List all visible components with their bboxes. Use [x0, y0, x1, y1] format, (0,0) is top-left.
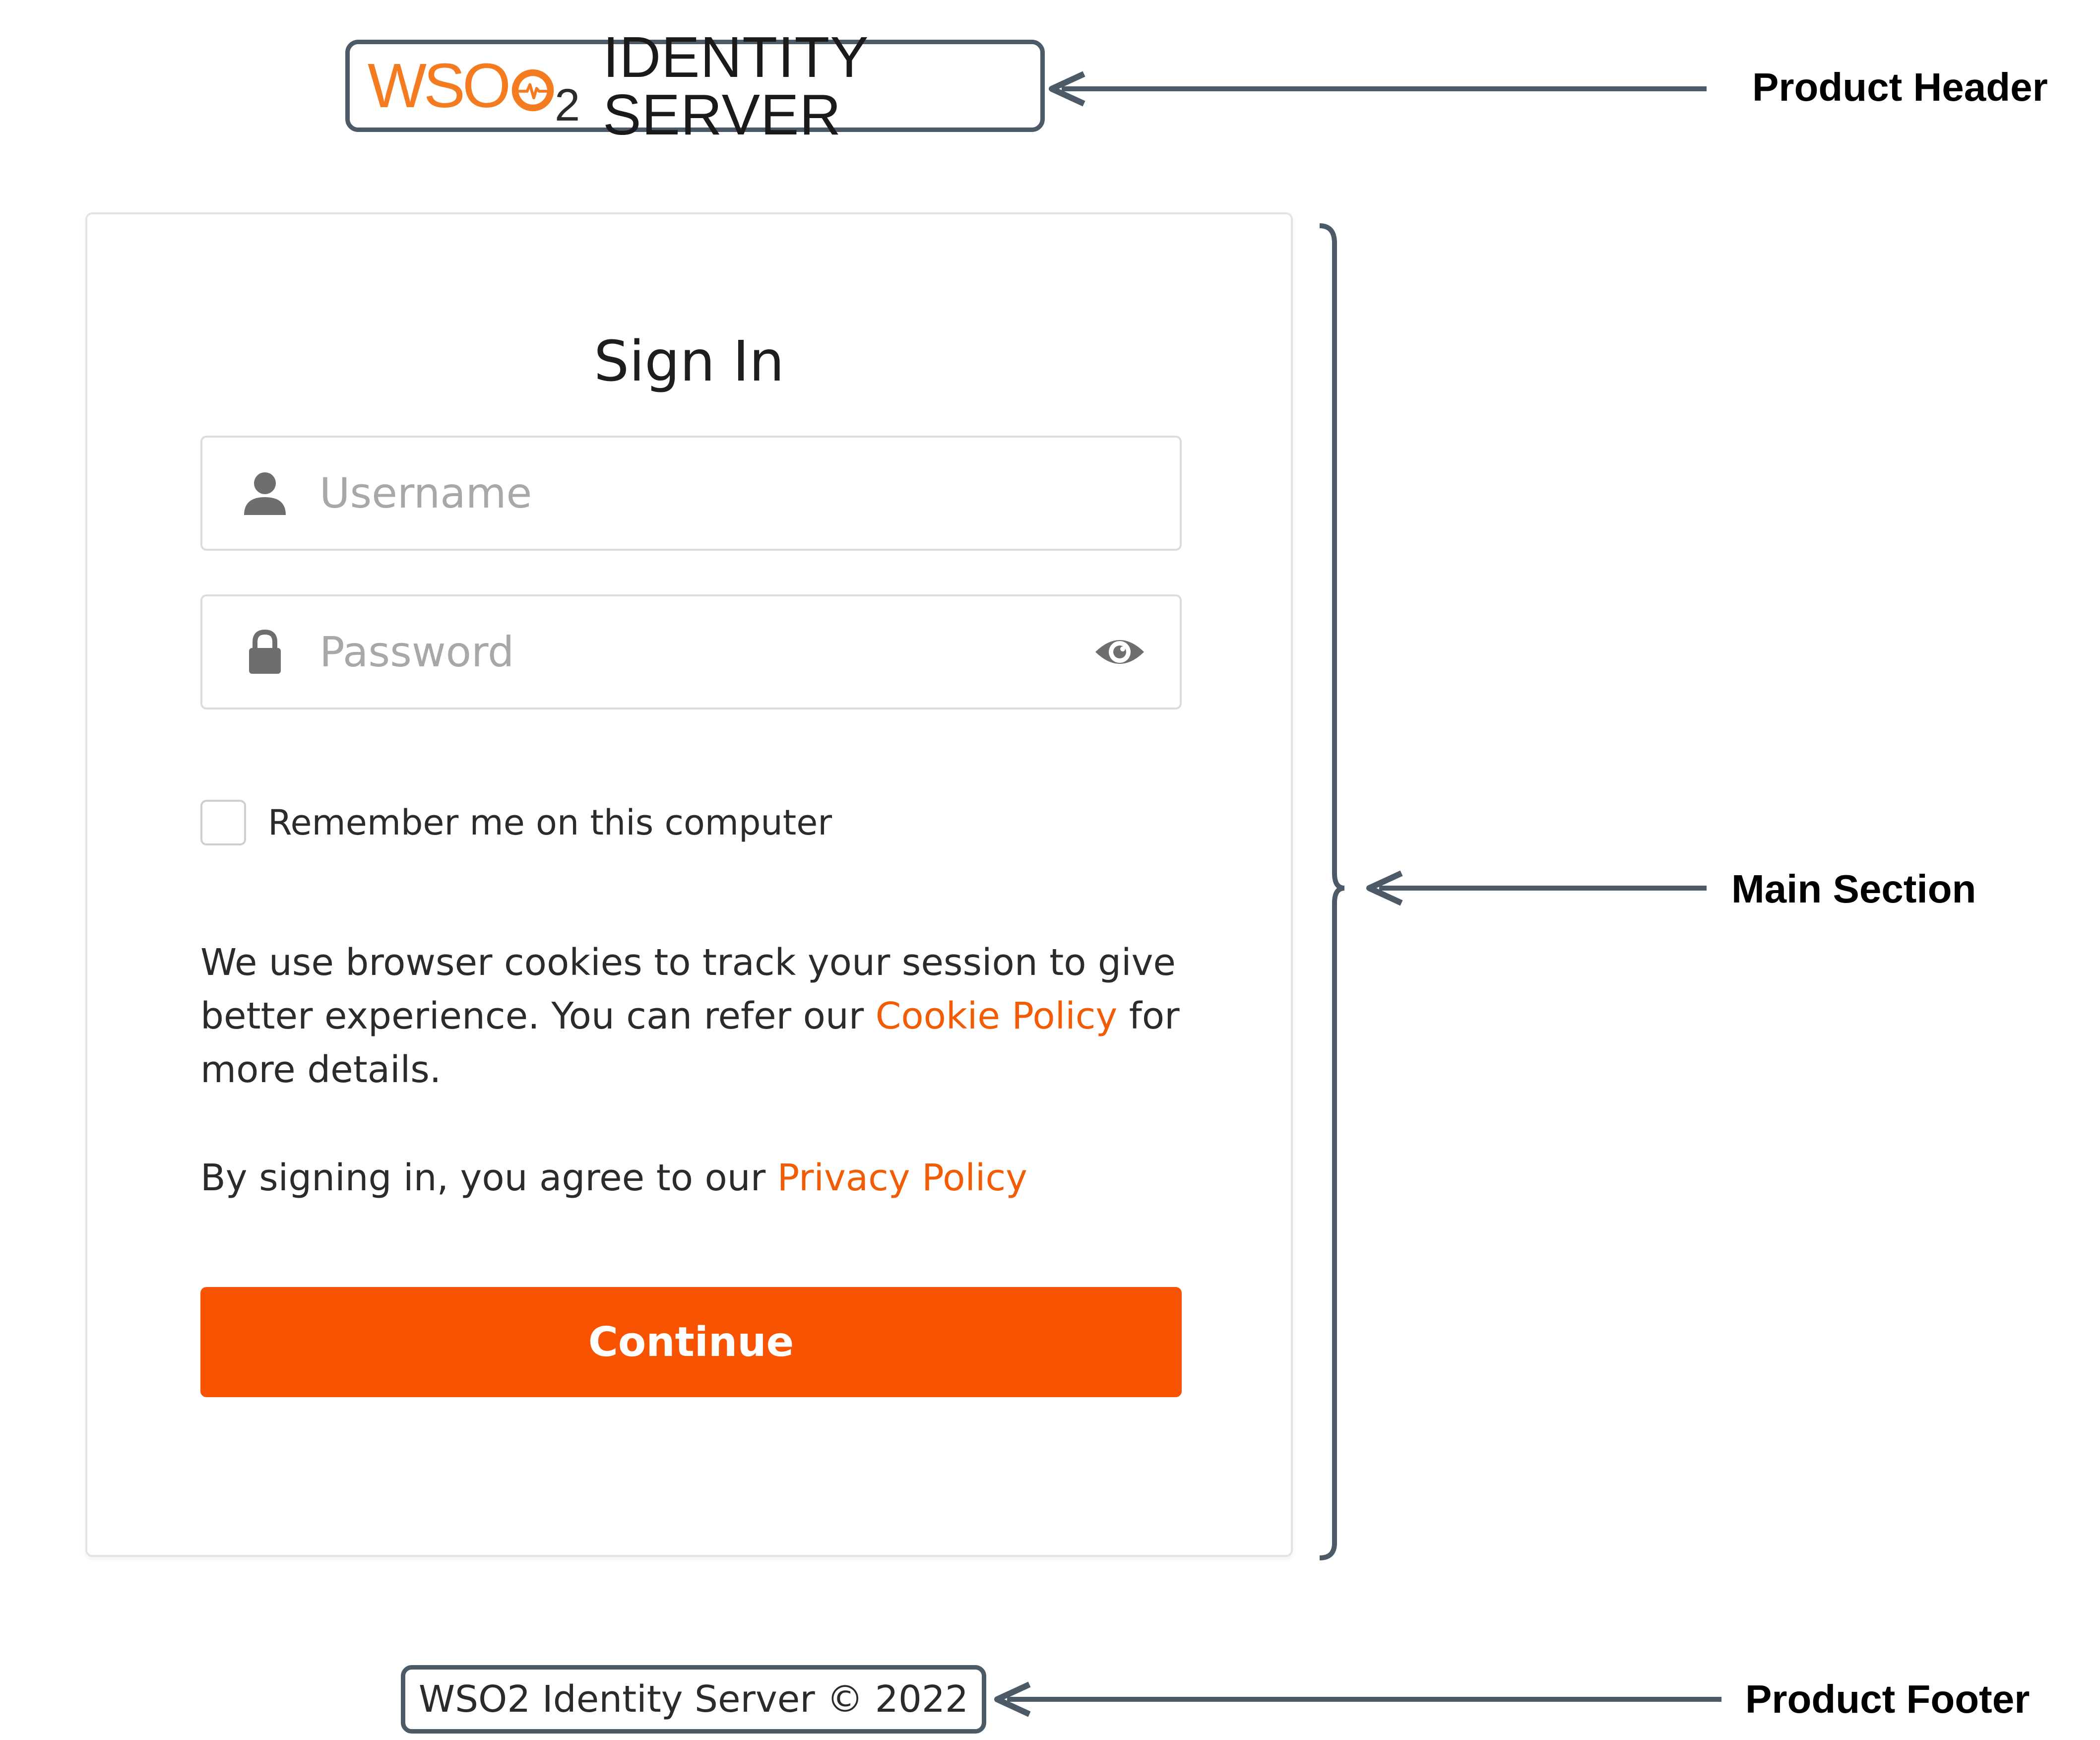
- remember-me-label[interactable]: Remember me on this computer: [268, 802, 832, 843]
- privacy-text: By signing in, you agree to our: [200, 1157, 777, 1199]
- remember-me-checkbox[interactable]: [200, 800, 246, 845]
- main-section-arrow: [1366, 870, 1707, 906]
- lock-icon: [249, 629, 281, 674]
- cookie-policy-link[interactable]: Cookie Policy: [876, 995, 1118, 1037]
- continue-button[interactable]: Continue: [200, 1287, 1182, 1397]
- username-input[interactable]: [319, 463, 1180, 523]
- username-field[interactable]: [200, 436, 1182, 551]
- main-section-label: Main Section: [1731, 867, 1976, 911]
- product-footer-label: Product Footer: [1745, 1677, 2030, 1721]
- product-header-label: Product Header: [1752, 65, 2048, 109]
- sign-in-card: Sign In Remember me on this computer We …: [85, 212, 1293, 1557]
- main-section-bracket: [1319, 223, 1345, 1560]
- password-input[interactable]: [319, 622, 1092, 682]
- header-arrow: [1049, 71, 1707, 107]
- product-footer: WSO2 Identity Server © 2022: [401, 1665, 986, 1734]
- eye-icon[interactable]: [1092, 632, 1147, 672]
- privacy-notice: By signing in, you agree to our Privacy …: [200, 1151, 1193, 1205]
- cookie-notice: We use browser cookies to track your ses…: [200, 936, 1193, 1096]
- user-icon: [244, 472, 286, 515]
- password-field[interactable]: [200, 594, 1182, 709]
- page-title: Sign In: [594, 329, 784, 394]
- footer-copyright: WSO2 Identity Server © 2022: [418, 1678, 969, 1721]
- footer-arrow: [994, 1681, 1721, 1717]
- privacy-policy-link[interactable]: Privacy Policy: [777, 1157, 1027, 1199]
- remember-me[interactable]: Remember me on this computer: [200, 800, 832, 845]
